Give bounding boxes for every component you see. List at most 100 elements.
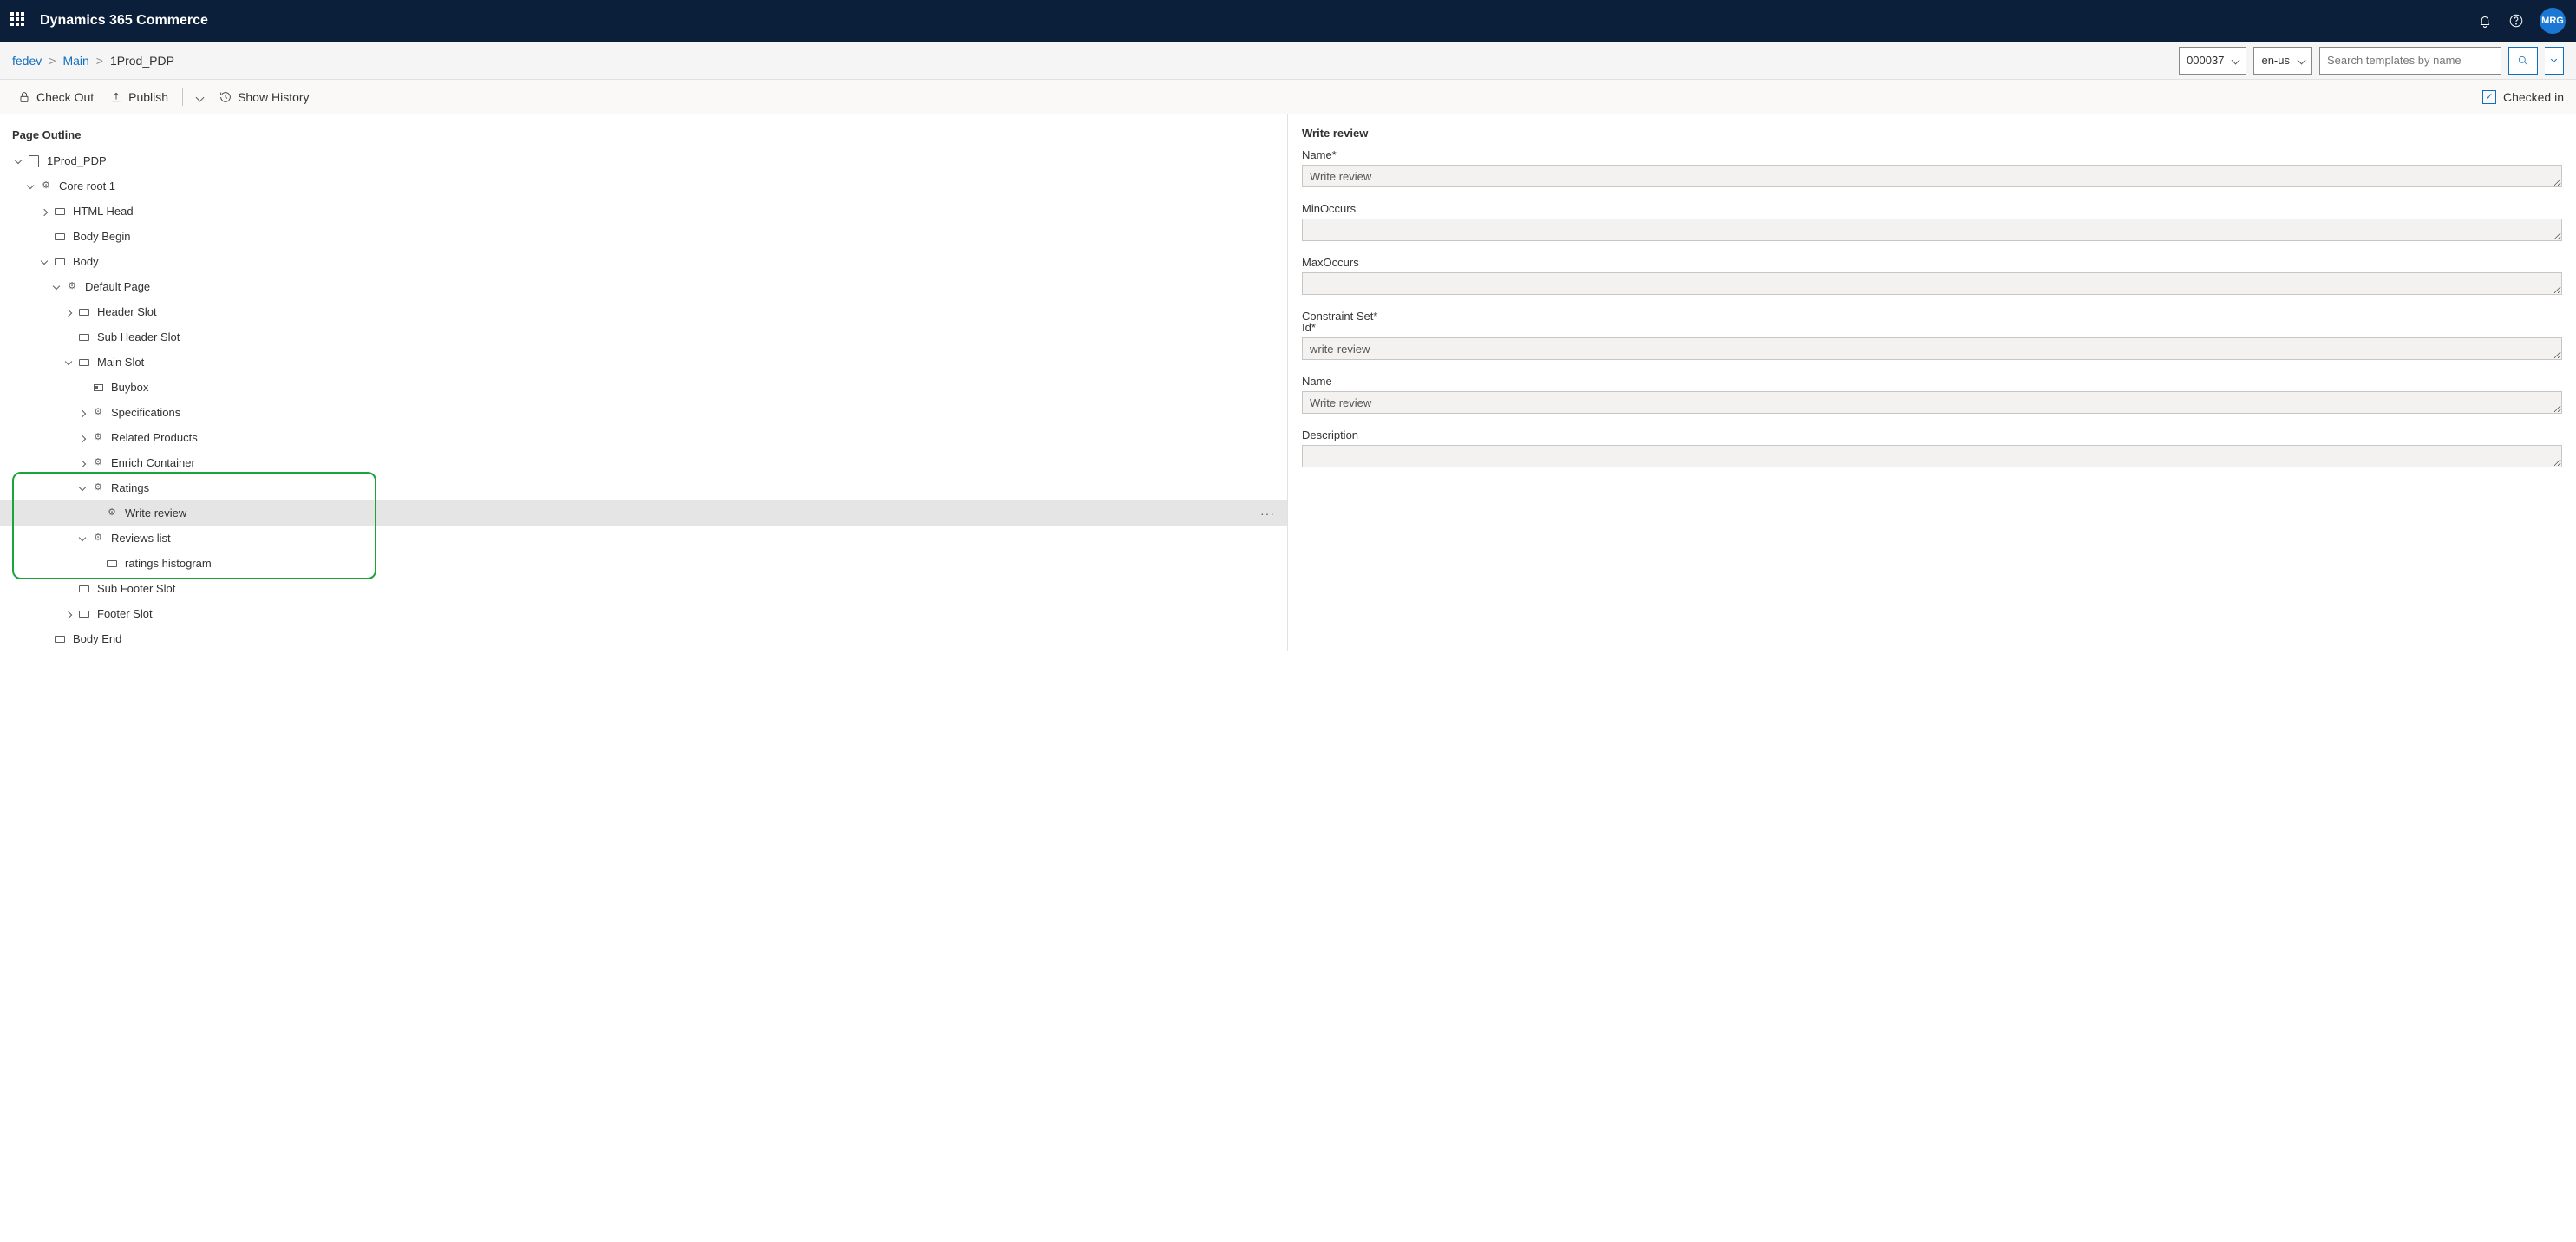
name-label: Name* — [1302, 148, 2562, 161]
breadcrumb-current: 1Prod_PDP — [110, 54, 174, 68]
search-button[interactable] — [2508, 47, 2538, 75]
chevron-right-icon[interactable] — [62, 607, 75, 620]
outline-node-label: Specifications — [111, 406, 1278, 419]
main-area: Page Outline 1Prod_PDPCore root 1HTML He… — [0, 114, 2576, 651]
chevron-right-icon: > — [49, 54, 56, 68]
slot-icon — [78, 608, 90, 620]
slot-icon — [78, 583, 90, 595]
outline-node[interactable]: Specifications — [0, 400, 1287, 425]
name-field[interactable] — [1302, 165, 2562, 187]
channel-dropdown[interactable]: 000037 — [2179, 47, 2246, 75]
constraint-name-field[interactable] — [1302, 391, 2562, 414]
outline-node[interactable]: Main Slot — [0, 350, 1287, 375]
outline-node-label: Sub Header Slot — [97, 330, 1278, 343]
checkout-button[interactable]: Check Out — [12, 87, 99, 108]
app-title: Dynamics 365 Commerce — [40, 13, 2477, 29]
outline-node[interactable]: Body End — [0, 626, 1287, 651]
chevron-down-icon — [2551, 56, 2557, 62]
gear-icon — [106, 507, 118, 520]
outline-node-label: HTML Head — [73, 205, 1278, 218]
app-launcher-icon[interactable] — [10, 12, 28, 29]
chevron-right-icon[interactable] — [62, 305, 75, 318]
help-icon[interactable] — [2508, 13, 2524, 29]
chevron-right-icon[interactable] — [38, 205, 50, 218]
outline-node[interactable]: Header Slot — [0, 299, 1287, 324]
outline-node[interactable]: Default Page — [0, 274, 1287, 299]
outline-node[interactable]: Sub Header Slot — [0, 324, 1287, 350]
outline-node[interactable]: Buybox — [0, 375, 1287, 400]
outline-node[interactable]: Related Products — [0, 425, 1287, 450]
chevron-down-icon[interactable] — [76, 481, 88, 494]
command-bar: Check Out Publish Show History ✓ Checked… — [0, 80, 2576, 114]
outline-node-label: Write review — [125, 507, 1257, 520]
outline-node[interactable]: Footer Slot — [0, 601, 1287, 626]
more-icon[interactable]: ··· — [1257, 507, 1278, 520]
properties-title: Write review — [1302, 127, 2562, 140]
outline-node-label: Footer Slot — [97, 607, 1278, 620]
checkmark-icon: ✓ — [2482, 90, 2496, 104]
channel-dropdown-value: 000037 — [2187, 54, 2224, 67]
outline-node[interactable]: Enrich Container — [0, 450, 1287, 475]
minoccurs-field[interactable] — [1302, 219, 2562, 241]
outline-node-label: Related Products — [111, 431, 1278, 444]
outline-node-label: Header Slot — [97, 305, 1278, 318]
chevron-right-icon[interactable] — [76, 406, 88, 419]
outline-node-label: Main Slot — [97, 356, 1278, 369]
outline-node[interactable]: Write review··· — [0, 500, 1287, 526]
gear-icon — [92, 482, 104, 494]
checked-in-label: Checked in — [2503, 90, 2564, 104]
outline-node[interactable]: HTML Head — [0, 199, 1287, 224]
minoccurs-label: MinOccurs — [1302, 202, 2562, 215]
breadcrumb-mid[interactable]: Main — [62, 54, 88, 68]
outline-node[interactable]: Body — [0, 249, 1287, 274]
outline-node[interactable]: Sub Footer Slot — [0, 576, 1287, 601]
checkout-label: Check Out — [36, 90, 94, 104]
search-split-button[interactable] — [2545, 47, 2564, 75]
maxoccurs-field[interactable] — [1302, 272, 2562, 295]
publish-button[interactable]: Publish — [104, 87, 173, 108]
breadcrumb-root[interactable]: fedev — [12, 54, 42, 68]
outline-node-label: Sub Footer Slot — [97, 582, 1278, 595]
locale-dropdown-value: en-us — [2261, 54, 2290, 67]
id-field[interactable] — [1302, 337, 2562, 360]
outline-node[interactable]: Core root 1 — [0, 173, 1287, 199]
box-icon — [92, 382, 104, 394]
outline-node-label: Body End — [73, 632, 1278, 645]
outline-panel: Page Outline 1Prod_PDPCore root 1HTML He… — [0, 114, 1288, 651]
publish-more-button[interactable] — [192, 87, 208, 107]
gear-icon — [92, 407, 104, 419]
outline-node-label: 1Prod_PDP — [47, 154, 1278, 167]
search-input[interactable] — [2319, 47, 2501, 75]
gear-icon — [40, 180, 52, 193]
chevron-down-icon[interactable] — [12, 154, 24, 167]
divider — [182, 88, 183, 106]
upload-icon — [109, 90, 123, 104]
avatar[interactable]: MRG — [2540, 8, 2566, 34]
show-history-button[interactable]: Show History — [213, 87, 314, 108]
outline-node-label: ratings histogram — [125, 557, 1278, 570]
show-history-label: Show History — [238, 90, 309, 104]
outline-node[interactable]: Body Begin — [0, 224, 1287, 249]
outline-node[interactable]: ratings histogram — [0, 551, 1287, 576]
chevron-down-icon[interactable] — [50, 280, 62, 293]
chevron-down-icon[interactable] — [24, 180, 36, 193]
bell-icon[interactable] — [2477, 13, 2493, 29]
outline-node[interactable]: Ratings — [0, 475, 1287, 500]
outline-node[interactable]: Reviews list — [0, 526, 1287, 551]
outline-node-label: Reviews list — [111, 532, 1278, 545]
locale-dropdown[interactable]: en-us — [2253, 47, 2312, 75]
chevron-down-icon[interactable] — [62, 356, 75, 369]
chevron-right-icon[interactable] — [76, 431, 88, 444]
chevron-right-icon[interactable] — [76, 456, 88, 469]
chevron-down-icon[interactable] — [38, 255, 50, 268]
outline-node[interactable]: 1Prod_PDP — [0, 148, 1287, 173]
description-field[interactable] — [1302, 445, 2562, 467]
page-icon — [28, 155, 40, 167]
checked-in-status: ✓ Checked in — [2482, 90, 2564, 104]
outline-node-label: Core root 1 — [59, 180, 1278, 193]
breadcrumb: fedev > Main > 1Prod_PDP — [12, 54, 174, 68]
description-label: Description — [1302, 428, 2562, 441]
chevron-down-icon[interactable] — [76, 532, 88, 545]
publish-label: Publish — [128, 90, 168, 104]
slot-icon — [54, 231, 66, 243]
